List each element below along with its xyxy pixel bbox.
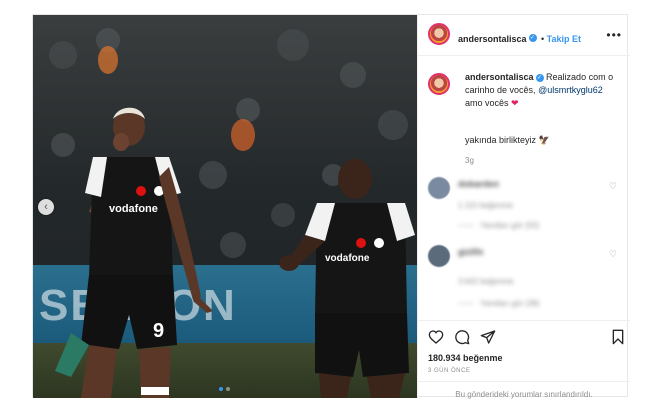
chevron-left-icon: ‹ [44, 201, 48, 213]
post-photo[interactable]: SENSON vodafone 9 [33, 15, 417, 398]
author-username[interactable]: andersontalisca [458, 34, 527, 44]
comment-likes[interactable]: 3.642 beğenme [458, 277, 514, 286]
commenter-avatar[interactable] [428, 245, 450, 267]
previous-photo-button[interactable]: ‹ [38, 199, 54, 215]
instagram-post: SENSON vodafone 9 [32, 14, 630, 399]
share-icon[interactable] [480, 329, 496, 345]
player-left: vodafone 9 [55, 107, 213, 398]
caption-second-line-text: yakında birlikteyiz [465, 135, 537, 145]
red-heart-emoji-icon: ❤ [511, 98, 519, 108]
post-side-panel: andersontalisca ✓ • Takip Et ••• anderson… [417, 15, 630, 399]
eagle-emoji-icon: 🦅 [538, 135, 550, 145]
caption-tail: amo vocês [465, 98, 509, 108]
caption-mention-link[interactable]: @ulsmrtkyglu62 [538, 85, 603, 95]
comment-likes[interactable]: 1.115 beğenme [458, 201, 513, 210]
likes-count[interactable]: 180.934 beğenme [428, 353, 503, 363]
jersey-number: 9 [153, 320, 164, 342]
comment-item: dobarden 1.115 beğenme ♡ Yanıtları gör (… [428, 175, 623, 235]
more-options-icon[interactable]: ••• [606, 28, 622, 42]
carousel-dot [226, 387, 230, 391]
heart-icon[interactable] [428, 329, 444, 345]
header-identity: andersontalisca ✓ • Takip Et [458, 29, 581, 47]
caption-username[interactable]: andersontalisca [465, 72, 534, 82]
caption-second-line: yakında birlikteyiz 🦅 [465, 135, 550, 146]
commenter-name[interactable]: gizlifx [458, 247, 484, 257]
comment-icon[interactable] [454, 329, 470, 345]
caption-time: 3g [465, 156, 474, 165]
jersey-sponsor-2: vodafone [325, 253, 370, 264]
post-actions-bar: 180.934 beğenme 3 GÜN ÖNCE Bu gönderidek… [418, 320, 630, 399]
view-replies-link[interactable]: Yanıtları gör (55) [458, 221, 539, 230]
jersey-sponsor: vodafone [109, 203, 158, 215]
bookmark-icon[interactable] [610, 329, 626, 345]
view-replies-link[interactable]: Yanıtları gör (38) [458, 299, 539, 308]
carousel-dot-active [219, 387, 223, 391]
verified-badge-icon: ✓ [528, 33, 537, 42]
commenter-avatar[interactable] [428, 177, 450, 199]
caption-author-avatar[interactable] [428, 73, 450, 95]
comment-like-heart-icon[interactable]: ♡ [609, 181, 617, 192]
author-avatar[interactable] [428, 23, 450, 45]
comment-item: gizlifx 3.642 beğenme ♡ Yanıtları gör (3… [428, 243, 623, 313]
player-right: vodafone [279, 159, 415, 398]
comments-limited-notice: Bu gönderideki yorumlar sınırlandırıldı. [418, 381, 630, 399]
post-caption: andersontalisca ✓ Realizado com o carinho… [465, 71, 625, 110]
verified-badge-icon: ✓ [535, 73, 544, 82]
post-age: 3 GÜN ÖNCE [428, 368, 471, 374]
post-header: andersontalisca ✓ • Takip Et ••• [418, 15, 630, 56]
commenter-name[interactable]: dobarden [458, 179, 499, 189]
carousel-indicator [219, 387, 230, 391]
follow-button[interactable]: Takip Et [547, 34, 581, 44]
comment-like-heart-icon[interactable]: ♡ [609, 249, 617, 260]
